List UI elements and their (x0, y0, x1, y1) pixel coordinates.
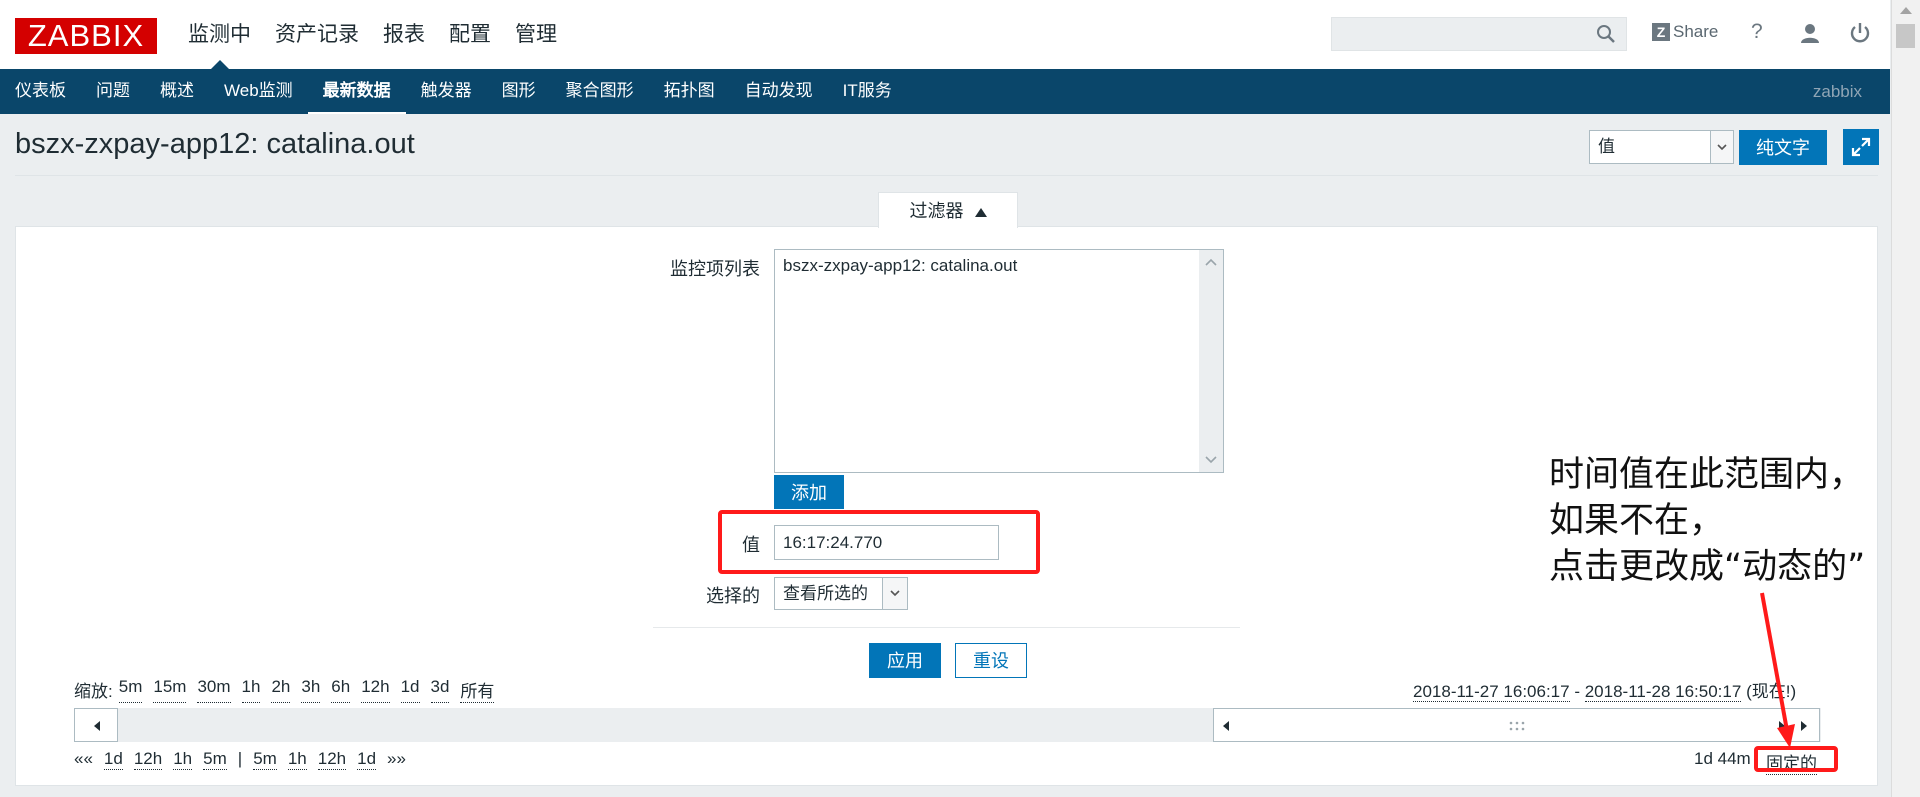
zoom-5m[interactable]: 5m (118, 677, 143, 703)
period-duration: 1d 44m (1694, 749, 1751, 768)
subnav-latest-data[interactable]: 最新数据 (307, 69, 406, 114)
scrollbar-thumb[interactable] (1896, 24, 1915, 48)
view-type-select[interactable]: 值 (1589, 130, 1734, 164)
arrow-left-icon (94, 721, 100, 731)
subnav-graphs[interactable]: 图形 (487, 69, 551, 114)
main-nav-configuration[interactable]: 配置 (437, 0, 503, 69)
fullscreen-icon (1851, 137, 1871, 157)
subnav-dashboard[interactable]: 仪表板 (0, 69, 81, 114)
subnav-triggers[interactable]: 触发器 (406, 69, 487, 114)
range-end[interactable]: 2018-11-28 16:50:17 (1584, 682, 1742, 702)
timeline-scrollbar[interactable] (74, 708, 1821, 742)
subnav-overview[interactable]: 概述 (145, 69, 209, 114)
add-item-button[interactable]: 添加 (774, 475, 844, 509)
reset-button[interactable]: 重设 (955, 643, 1027, 678)
subnav-it-services[interactable]: IT服务 (828, 69, 907, 114)
search-icon[interactable] (1596, 24, 1616, 49)
view-type-value: 值 (1598, 137, 1615, 156)
fullscreen-button[interactable] (1843, 129, 1879, 165)
arrow-right-icon[interactable] (1772, 709, 1792, 743)
back-12h[interactable]: 12h (133, 749, 163, 770)
zoom-3h[interactable]: 3h (301, 677, 321, 703)
annotation-highlight-mode (1754, 746, 1838, 772)
help-icon[interactable]: ? (1751, 20, 1763, 44)
listbox-scrollbar[interactable] (1199, 250, 1223, 472)
share-button[interactable]: Z Share (1652, 22, 1718, 42)
back-5m[interactable]: 5m (203, 749, 227, 770)
top-header: ZABBIX 监测中 资产记录 报表 配置 管理 Z Share ? (0, 0, 1890, 70)
chevron-down-icon[interactable] (1710, 131, 1733, 163)
subnav-maps[interactable]: 拓扑图 (649, 69, 730, 114)
chevron-down-icon[interactable] (882, 578, 907, 609)
filter-divider (653, 627, 1240, 628)
main-nav-monitoring[interactable]: 监测中 (176, 0, 263, 69)
scroll-down-arrow-icon[interactable] (1199, 450, 1223, 470)
forward-5m[interactable]: 5m (253, 749, 277, 770)
main-nav: 监测中 资产记录 报表 配置 管理 (176, 0, 569, 69)
page-scrollbar[interactable] (1891, 0, 1920, 797)
forward-1h[interactable]: 1h (287, 749, 307, 770)
filter-tab[interactable]: 过滤器 (878, 192, 1018, 228)
timeline-window[interactable] (1213, 708, 1820, 742)
sign-out-icon[interactable] (1849, 22, 1871, 49)
period-nav-row: «« 1d 12h 1h 5m | 5m 1h 12h 1d »» (74, 749, 417, 770)
forward-12h[interactable]: 12h (317, 749, 347, 770)
zoom-30m[interactable]: 30m (197, 677, 231, 703)
scroll-up-icon[interactable] (1900, 7, 1912, 14)
subnav-screens[interactable]: 聚合图形 (551, 69, 649, 114)
zoom-2h[interactable]: 2h (271, 677, 291, 703)
share-logo-icon: Z (1652, 23, 1670, 41)
select-label: 选择的 (706, 586, 760, 606)
selection-value: 查看所选的 (783, 584, 868, 603)
selection-select[interactable]: 查看所选的 (774, 577, 908, 610)
items-label: 监控项列表 (670, 259, 760, 279)
range-now: (现在!) (1746, 682, 1797, 701)
zoom-12h[interactable]: 12h (361, 677, 390, 703)
back-fast-link[interactable]: «« (74, 749, 93, 770)
share-label: Share (1673, 22, 1719, 41)
zabbix-logo[interactable]: ZABBIX (15, 18, 157, 54)
range-start[interactable]: 2018-11-27 16:06:17 (1413, 682, 1570, 702)
zoom-all[interactable]: 所有 (460, 677, 495, 703)
annotation-highlight-value (718, 510, 1040, 574)
items-listbox[interactable]: bszx-zxpay-app12: catalina.out (774, 249, 1224, 473)
range-separator: - (1569, 682, 1585, 701)
scroll-up-arrow-icon[interactable] (1199, 252, 1223, 272)
plain-text-button[interactable]: 纯文字 (1739, 130, 1827, 165)
back-1d[interactable]: 1d (103, 749, 123, 770)
forward-fast-link[interactable]: »» (387, 749, 406, 770)
zoom-6h[interactable]: 6h (331, 677, 351, 703)
back-1h[interactable]: 1h (173, 749, 193, 770)
arrow-right-icon[interactable] (1794, 709, 1814, 743)
server-name: zabbix (1812, 82, 1862, 101)
zoom-1d[interactable]: 1d (400, 677, 420, 703)
zoom-15m[interactable]: 15m (153, 677, 187, 703)
time-range: 2018-11-27 16:06:17 - 2018-11-28 16:50:1… (1413, 677, 1796, 702)
apply-button[interactable]: 应用 (869, 643, 941, 678)
zoom-row: 缩放: 5m 15m 30m 1h 2h 3h 6h 12h 1d 3d 所有 (74, 677, 505, 703)
zoom-1h[interactable]: 1h (241, 677, 261, 703)
nav-separator: | (237, 749, 243, 768)
arrow-left-icon[interactable] (1216, 709, 1236, 743)
main-nav-administration[interactable]: 管理 (503, 0, 569, 69)
page-title: bszx-zxpay-app12: catalina.out (15, 128, 415, 160)
main-nav-inventory[interactable]: 资产记录 (263, 0, 371, 69)
subnav-problems[interactable]: 问题 (81, 69, 145, 114)
drag-handle-icon[interactable] (1507, 709, 1527, 743)
title-divider (15, 175, 1878, 176)
sub-nav: 仪表板 问题 概述 Web监测 最新数据 触发器 图形 聚合图形 拓扑图 自动发… (0, 69, 1890, 114)
main-nav-reports[interactable]: 报表 (371, 0, 437, 69)
subnav-discovery[interactable]: 自动发现 (730, 69, 828, 114)
search-input[interactable] (1331, 17, 1627, 51)
caret-up-icon (974, 208, 987, 217)
zoom-3d[interactable]: 3d (430, 677, 450, 703)
user-profile-icon[interactable] (1799, 22, 1821, 49)
zoom-label: 缩放: (74, 682, 113, 701)
filter-tab-label: 过滤器 (909, 201, 964, 221)
items-list-entry[interactable]: bszx-zxpay-app12: catalina.out (783, 256, 1017, 276)
annotation-text: 时间值在此范围内， 如果不在， 点击更改成“动态的” (1549, 455, 1866, 587)
timeline-left-button[interactable] (74, 708, 118, 742)
subnav-web[interactable]: Web监测 (209, 69, 308, 114)
forward-1d[interactable]: 1d (357, 749, 377, 770)
